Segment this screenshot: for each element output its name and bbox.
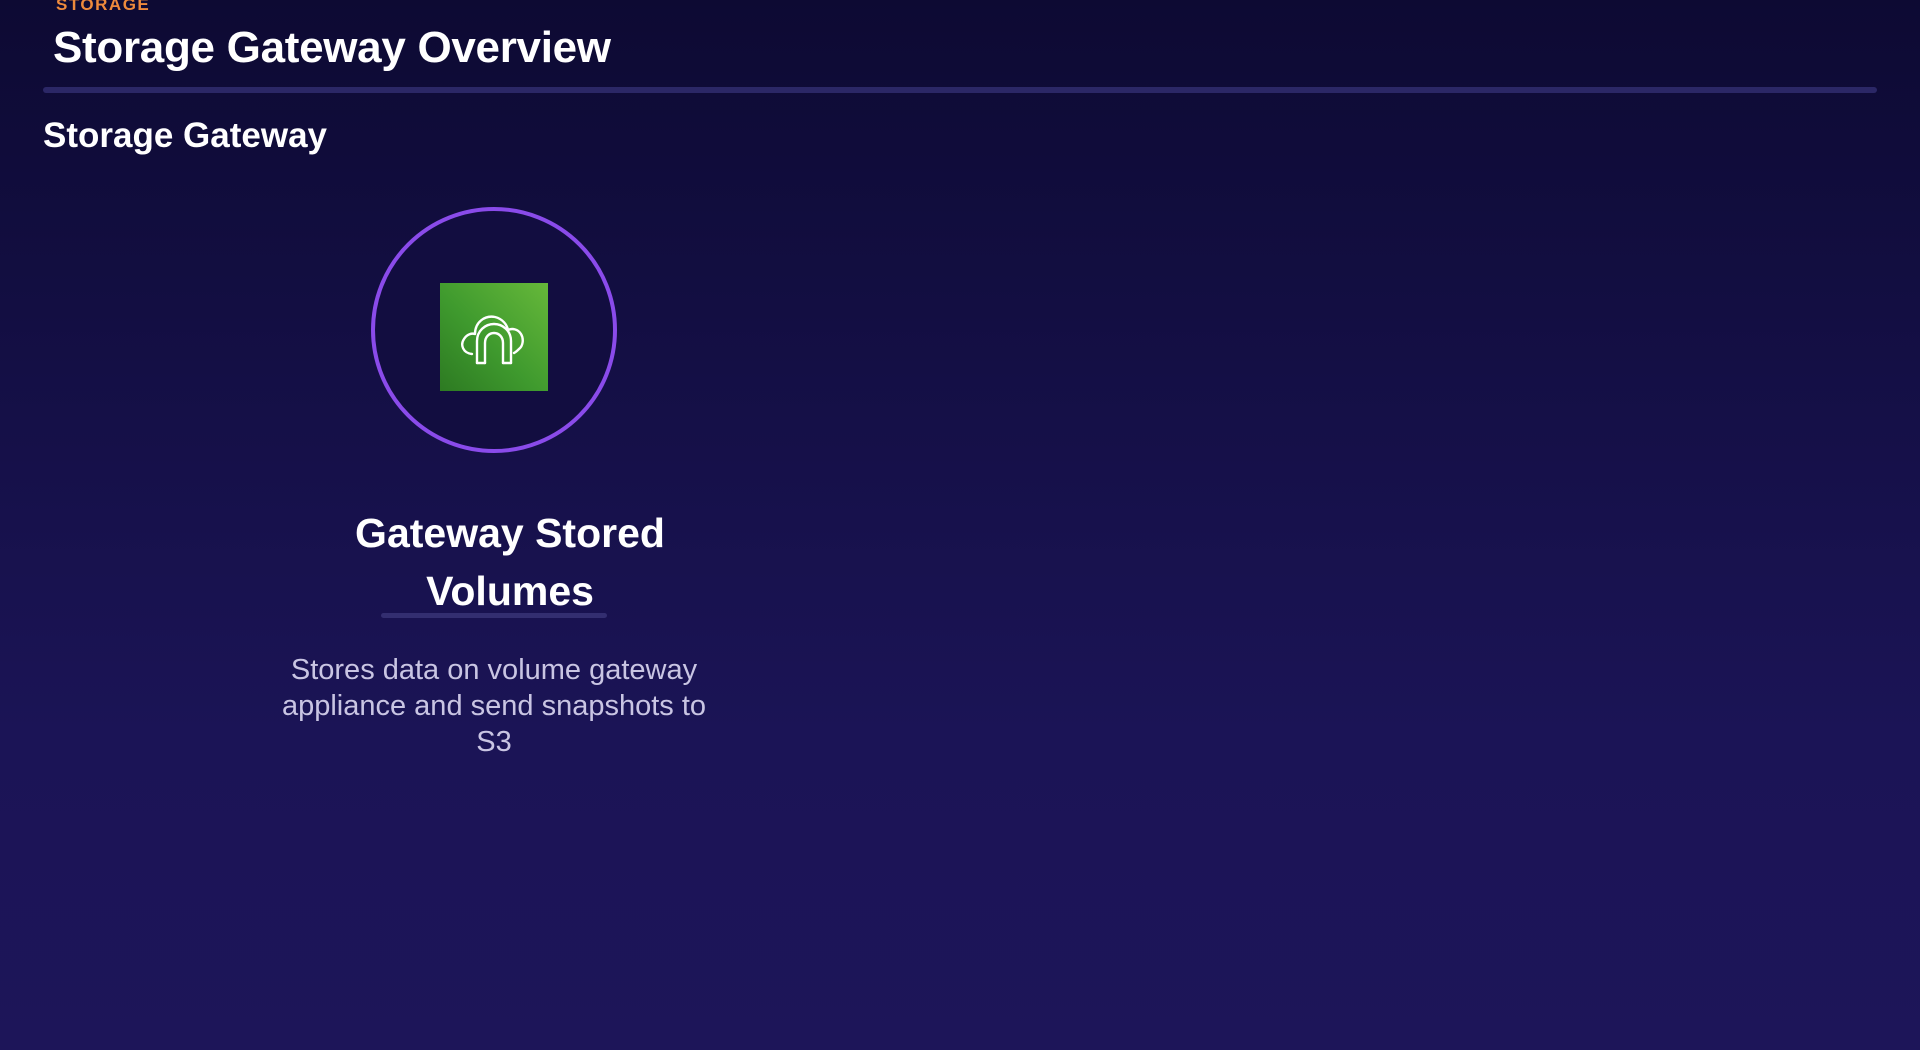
- card-title: Gateway Stored Volumes: [355, 510, 665, 614]
- card-title-underline: [381, 613, 607, 618]
- page-title: Storage Gateway Overview: [53, 23, 611, 72]
- storage-gateway-icon: [440, 283, 548, 391]
- section-title: Storage Gateway: [43, 116, 327, 155]
- gateway-stored-volumes-card: Gateway Stored Volumes Stores data on vo…: [280, 206, 708, 806]
- category-eyebrow: STORAGE: [56, 0, 151, 14]
- header-divider: [43, 87, 1877, 93]
- card-description: Stores data on volume gateway appliance …: [281, 654, 707, 758]
